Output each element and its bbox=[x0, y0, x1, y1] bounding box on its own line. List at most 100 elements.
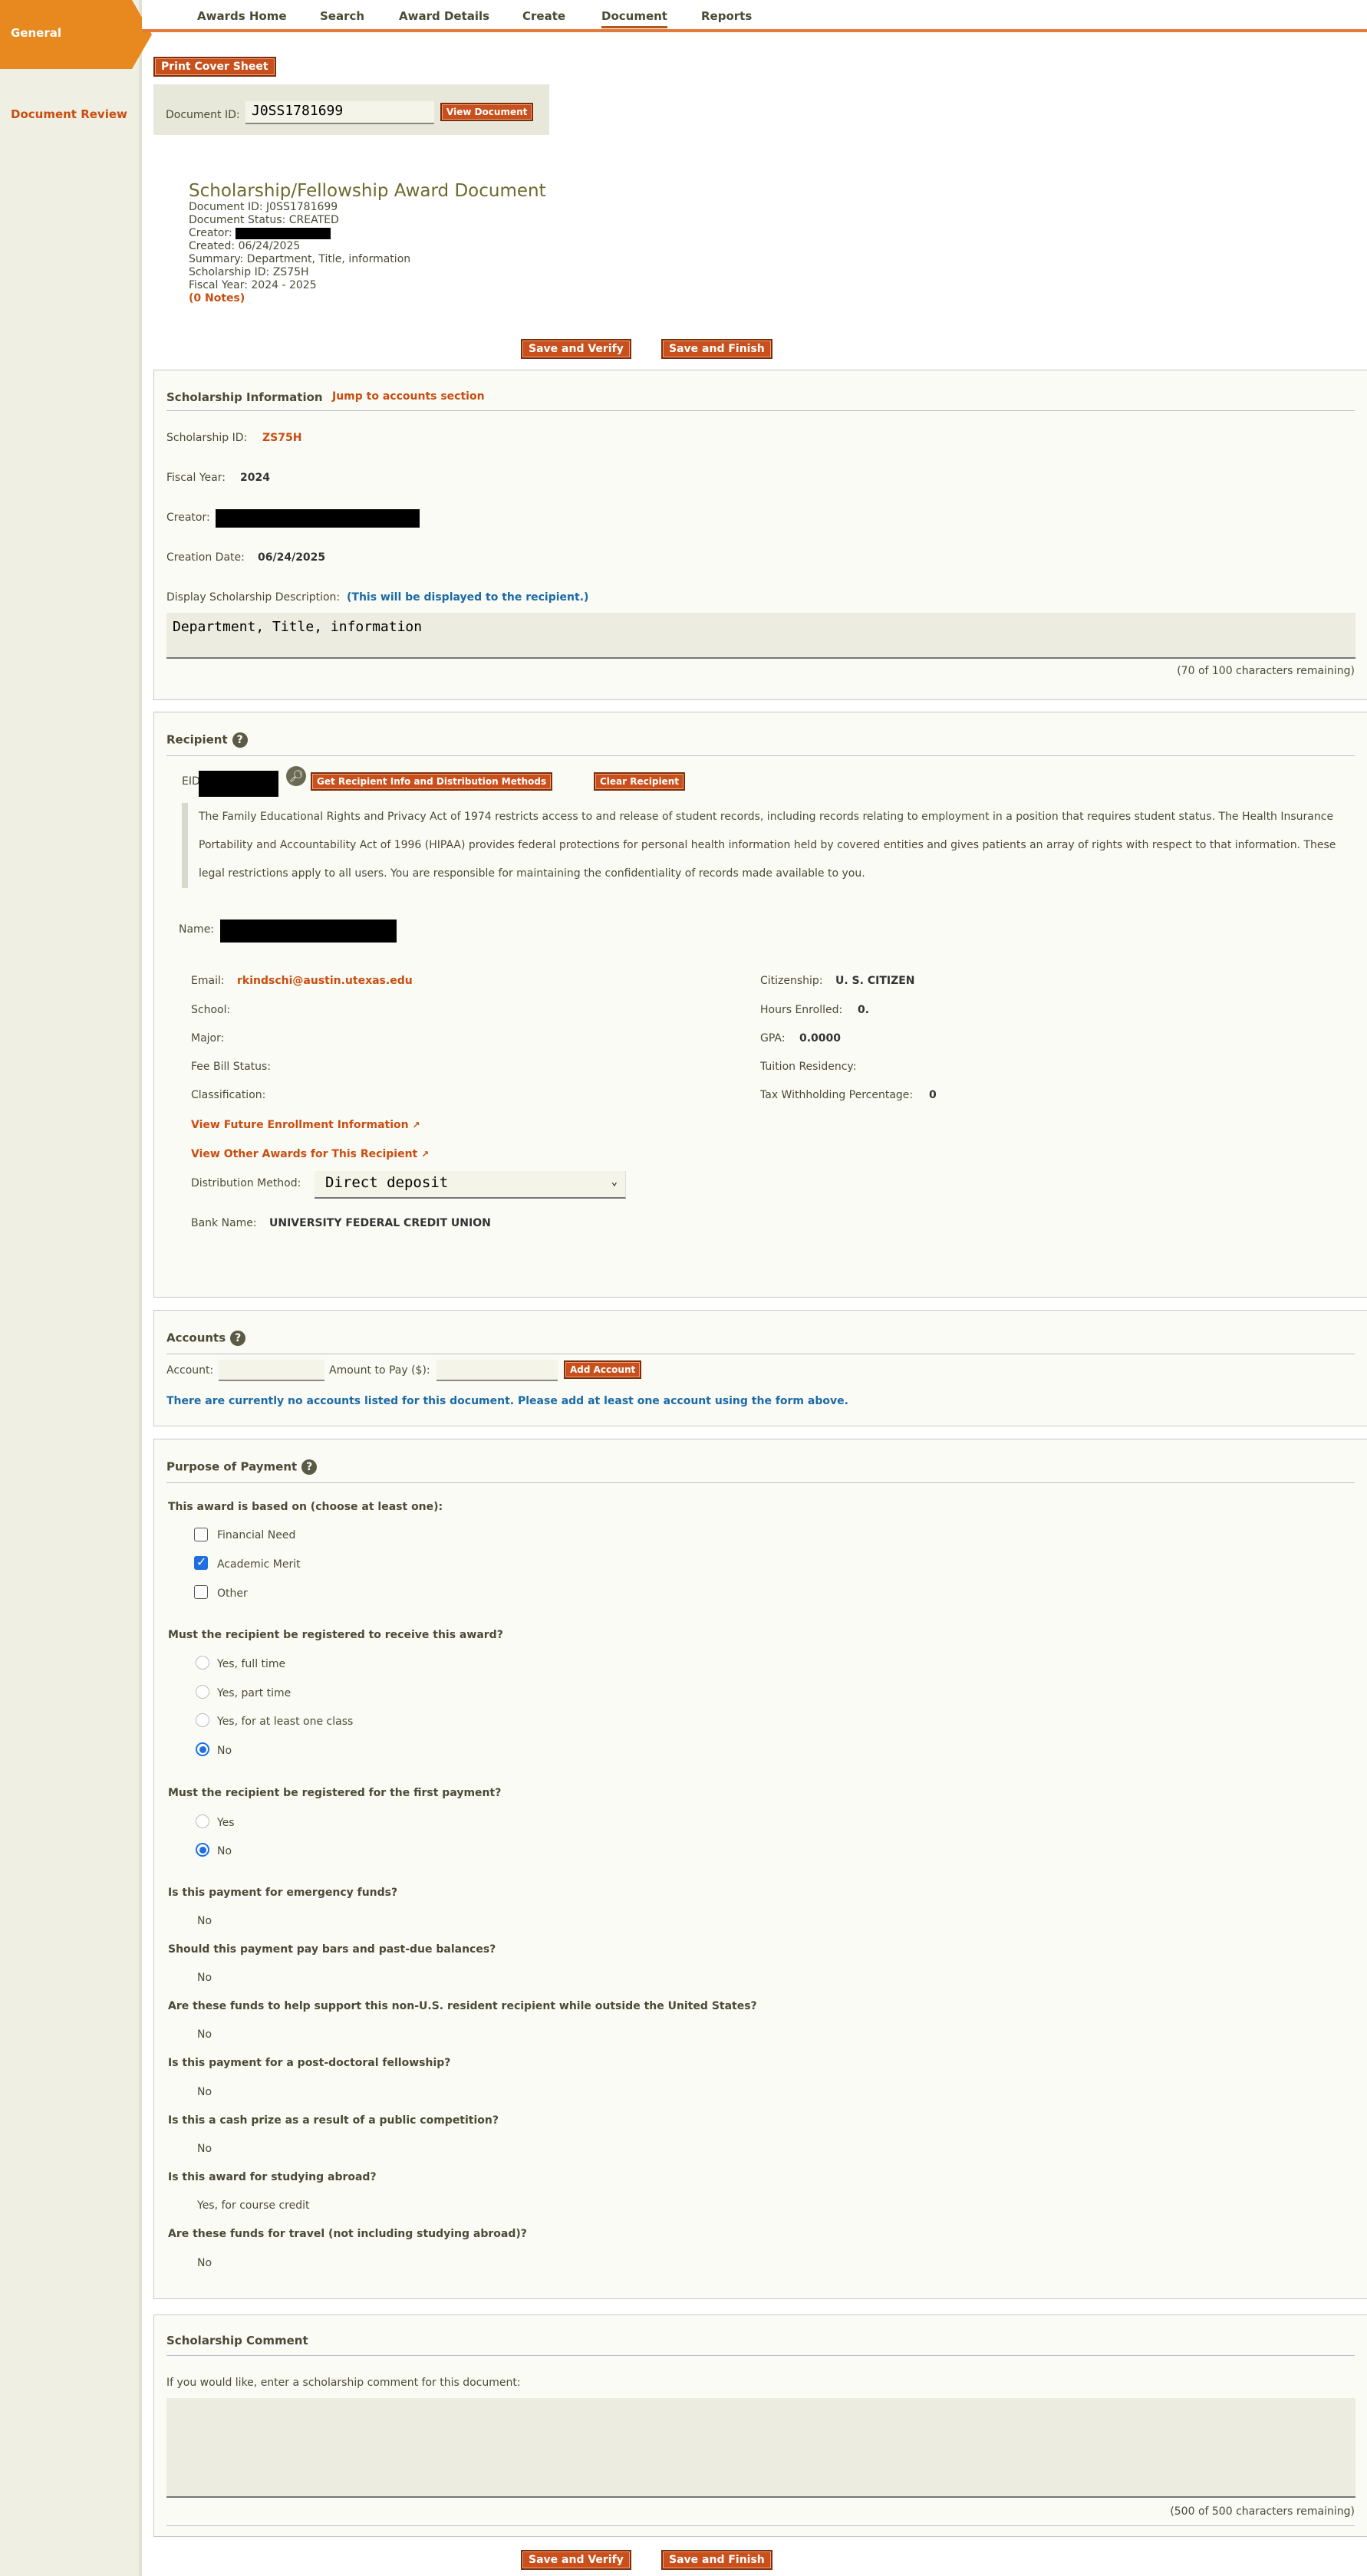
description-label: Display Scholarship Description: bbox=[166, 591, 341, 604]
nav-document[interactable]: Document bbox=[601, 9, 667, 28]
account-label: Account: bbox=[166, 1364, 214, 1377]
amount-input[interactable] bbox=[436, 1360, 558, 1381]
financial-need-checkbox[interactable] bbox=[194, 1528, 208, 1541]
reg-full-time-radio[interactable] bbox=[196, 1656, 209, 1670]
ferpa-notice: The Family Educational Rights and Privac… bbox=[182, 803, 1355, 888]
comment-textarea[interactable] bbox=[166, 2398, 1355, 2498]
postdoc-answer: No bbox=[197, 2086, 212, 2098]
scholarship-info-section: Scholarship Information Jump to accounts… bbox=[153, 370, 1367, 700]
first-no-radio[interactable] bbox=[196, 1843, 209, 1857]
based-on-question: This award is based on (choose at least … bbox=[168, 1501, 443, 1513]
name-label: Name: bbox=[179, 923, 215, 936]
major-label: Major: bbox=[191, 1032, 225, 1045]
accounts-section: Accounts? Account: Amount to Pay ($): Ad… bbox=[153, 1310, 1367, 1426]
recipient-heading: Recipient? bbox=[166, 732, 248, 748]
citizenship-value: U. S. CITIZEN bbox=[835, 975, 915, 987]
academic-merit-checkbox[interactable] bbox=[194, 1554, 208, 1570]
first-payment-question: Must the recipient be registered for the… bbox=[168, 1787, 502, 1799]
reg-part-time-label: Yes, part time bbox=[217, 1687, 292, 1699]
reg-no-radio[interactable] bbox=[196, 1742, 209, 1756]
creation-date-value: 06/24/2025 bbox=[258, 551, 326, 564]
jump-to-accounts-link[interactable]: Jump to accounts section bbox=[332, 390, 485, 403]
document-id-panel: Document ID: J0SS1781699 View Document bbox=[153, 84, 549, 135]
email-link[interactable]: rkindschi@austin.utexas.edu bbox=[237, 975, 413, 987]
other-checkbox[interactable] bbox=[194, 1585, 208, 1599]
summary-status: Document Status: CREATED bbox=[189, 214, 339, 226]
reg-one-class-radio[interactable] bbox=[196, 1713, 209, 1727]
comment-section: Scholarship Comment If you would like, e… bbox=[153, 2314, 1367, 2537]
first-yes-label: Yes bbox=[217, 1817, 235, 1829]
save-finish-button-top[interactable]: Save and Finish bbox=[661, 339, 772, 359]
nav-search[interactable]: Search bbox=[320, 9, 364, 23]
no-accounts-message: There are currently no accounts listed f… bbox=[166, 1395, 848, 1407]
save-verify-button-bottom[interactable]: Save and Verify bbox=[521, 2550, 631, 2570]
notes-link[interactable]: (0 Notes) bbox=[189, 292, 546, 305]
distribution-method-select[interactable]: Direct deposit ⌄ bbox=[315, 1171, 626, 1199]
tax-withholding-value: 0 bbox=[929, 1089, 937, 1101]
creation-date-label: Creation Date: bbox=[166, 551, 245, 564]
summary-doc-id: Document ID: J0SS1781699 bbox=[189, 201, 338, 213]
creator-redaction bbox=[216, 509, 420, 528]
recipient-section: Recipient? EID: 🔎︎ Get Recipient Info an… bbox=[153, 712, 1367, 1298]
view-document-button[interactable]: View Document bbox=[440, 103, 534, 121]
summary-scholarship-id: Scholarship ID: ZS75H bbox=[189, 266, 309, 278]
summary-creator: Creator: bbox=[189, 227, 546, 240]
top-nav: Awards Home Search Award Details Create … bbox=[142, 0, 1367, 32]
get-recipient-info-button[interactable]: Get Recipient Info and Distribution Meth… bbox=[311, 772, 553, 791]
postdoc-question: Is this payment for a post-doctoral fell… bbox=[168, 2057, 451, 2069]
summary-fiscal-year: Fiscal Year: 2024 - 2025 bbox=[189, 279, 317, 291]
distribution-method-label: Distribution Method: bbox=[191, 1177, 301, 1189]
description-textarea[interactable]: Department, Title, information bbox=[166, 613, 1355, 659]
document-id-label: Document ID: bbox=[166, 109, 240, 121]
print-cover-sheet-button[interactable]: Print Cover Sheet bbox=[153, 57, 276, 77]
scholarship-id-link[interactable]: ZS75H bbox=[262, 432, 301, 444]
account-input[interactable] bbox=[219, 1360, 324, 1381]
add-account-button[interactable]: Add Account bbox=[564, 1360, 642, 1379]
sidebar-item-general[interactable]: General bbox=[0, 0, 152, 69]
gpa-label: GPA: bbox=[760, 1032, 786, 1045]
fiscal-year-label: Fiscal Year: bbox=[166, 472, 226, 484]
school-label: School: bbox=[191, 1004, 231, 1016]
help-icon[interactable]: ? bbox=[301, 1459, 318, 1475]
comment-remaining: (500 of 500 characters remaining) bbox=[1170, 2505, 1355, 2518]
save-finish-button-bottom[interactable]: Save and Finish bbox=[661, 2550, 772, 2570]
fee-bill-label: Fee Bill Status: bbox=[191, 1061, 272, 1073]
nav-awards-home[interactable]: Awards Home bbox=[197, 9, 287, 23]
description-note: (This will be displayed to the recipient… bbox=[347, 591, 589, 604]
fiscal-year-value: 2024 bbox=[240, 472, 270, 484]
study-abroad-question: Is this award for studying abroad? bbox=[168, 2171, 377, 2183]
comment-prompt: If you would like, enter a scholarship c… bbox=[166, 2377, 521, 2389]
description-remaining: (70 of 100 characters remaining) bbox=[1177, 665, 1355, 677]
travel-question: Are these funds for travel (not includin… bbox=[168, 2228, 527, 2240]
eid-input[interactable] bbox=[199, 771, 278, 797]
help-icon[interactable]: ? bbox=[230, 1331, 246, 1346]
reg-part-time-radio[interactable] bbox=[196, 1685, 209, 1699]
first-yes-radio[interactable] bbox=[196, 1814, 209, 1828]
scholarship-info-heading: Scholarship Information bbox=[166, 390, 323, 404]
registered-question: Must the recipient be registered to rece… bbox=[168, 1629, 503, 1641]
external-link-icon: ↗ bbox=[412, 1120, 420, 1130]
cash-prize-question: Is this a cash prize as a result of a pu… bbox=[168, 2114, 499, 2127]
chevron-down-icon: ⌄ bbox=[611, 1176, 618, 1188]
clear-recipient-button[interactable]: Clear Recipient bbox=[594, 772, 685, 791]
other-awards-link[interactable]: View Other Awards for This Recipient ↗ bbox=[191, 1148, 429, 1160]
document-summary: Scholarship/Fellowship Award Document Do… bbox=[189, 181, 546, 305]
save-verify-button-top[interactable]: Save and Verify bbox=[521, 339, 631, 359]
bars-question: Should this payment pay bars and past-du… bbox=[168, 1943, 496, 1956]
sidebar-item-document-review[interactable]: Document Review bbox=[11, 107, 127, 121]
future-enrollment-link[interactable]: View Future Enrollment Information ↗ bbox=[191, 1119, 420, 1131]
financial-need-label: Financial Need bbox=[217, 1529, 296, 1541]
bank-name-label: Bank Name: bbox=[191, 1217, 257, 1229]
comment-heading: Scholarship Comment bbox=[166, 2334, 308, 2347]
nav-create[interactable]: Create bbox=[522, 9, 565, 23]
nav-reports[interactable]: Reports bbox=[701, 9, 752, 23]
help-icon[interactable]: ? bbox=[232, 732, 248, 748]
search-icon[interactable]: 🔎︎ bbox=[286, 766, 306, 786]
first-no-label: No bbox=[217, 1845, 232, 1857]
citizenship-label: Citizenship: bbox=[760, 975, 823, 987]
document-id-input[interactable]: J0SS1781699 bbox=[245, 101, 434, 124]
study-abroad-answer: Yes, for course credit bbox=[197, 2199, 310, 2212]
sidebar: General Document Review bbox=[0, 0, 152, 2576]
nav-award-details[interactable]: Award Details bbox=[399, 9, 489, 23]
external-link-icon: ↗ bbox=[421, 1149, 430, 1160]
